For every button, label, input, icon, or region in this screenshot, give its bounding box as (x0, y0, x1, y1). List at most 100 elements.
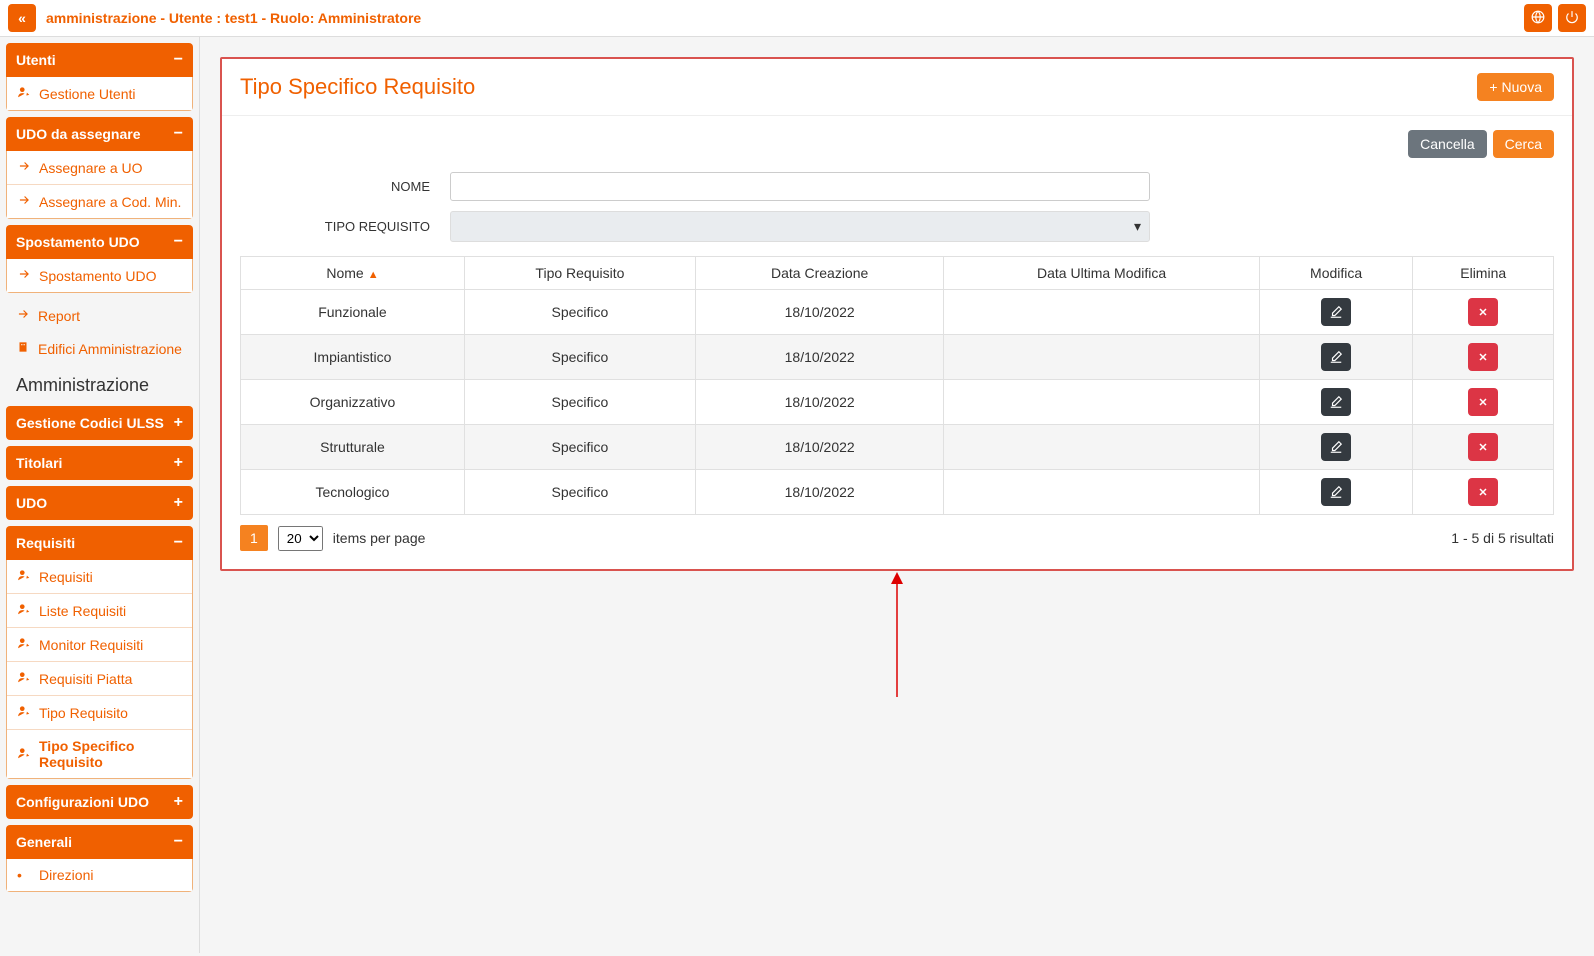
sidebar-section-label: Amministrazione (6, 365, 193, 406)
toggle-icon: + (174, 454, 183, 472)
edit-button[interactable] (1321, 433, 1351, 461)
sidebar-item[interactable]: Tipo Specifico Requisito (7, 729, 192, 778)
page-number[interactable]: 1 (240, 525, 268, 551)
column-header[interactable]: Modifica (1259, 257, 1413, 290)
cell-tipo: Specifico (464, 290, 695, 335)
toggle-icon: − (174, 233, 183, 251)
sidebar-item[interactable]: •Direzioni (7, 859, 192, 891)
sidebar-item[interactable]: Requisiti (7, 560, 192, 593)
chevron-left-icon: « (18, 10, 26, 26)
sidebar-group-header[interactable]: Utenti− (6, 43, 193, 77)
table-row: TecnologicoSpecifico18/10/2022 (241, 470, 1554, 515)
search-button[interactable]: Cerca (1493, 130, 1554, 158)
globe-button[interactable] (1524, 4, 1552, 32)
sidebar-group-header[interactable]: UDO da assegnare− (6, 117, 193, 151)
sidebar-group-header[interactable]: Titolari+ (6, 446, 193, 480)
results-table: Nome▲Tipo RequisitoData CreazioneData Ul… (240, 256, 1554, 515)
cell-tipo: Specifico (464, 335, 695, 380)
cell-tipo: Specifico (464, 470, 695, 515)
column-header[interactable]: Data Ultima Modifica (944, 257, 1259, 290)
cell-ultima-modifica (944, 470, 1259, 515)
sidebar-item-label: Requisiti Piatta (39, 671, 132, 687)
user-edit-icon (17, 636, 31, 653)
user-edit-icon (17, 568, 31, 585)
sidebar-item[interactable]: Monitor Requisiti (7, 627, 192, 661)
sidebar-group-header[interactable]: Gestione Codici ULSS+ (6, 406, 193, 440)
arrow-icon (17, 159, 31, 176)
tipo-requisito-label: TIPO REQUISITO (240, 219, 450, 234)
sidebar-item[interactable]: Edifici Amministrazione (6, 332, 193, 365)
cell-ultima-modifica (944, 425, 1259, 470)
toggle-icon: − (174, 534, 183, 552)
building-icon (16, 340, 30, 357)
cell-ultima-modifica (944, 380, 1259, 425)
sidebar-item[interactable]: Liste Requisiti (7, 593, 192, 627)
sidebar-group-header[interactable]: Requisiti− (6, 526, 193, 560)
toggle-icon: + (174, 494, 183, 512)
sidebar-group-header[interactable]: Spostamento UDO− (6, 225, 193, 259)
sidebar-item-label: Spostamento UDO (39, 268, 157, 284)
user-edit-icon (17, 85, 31, 102)
new-button[interactable]: + Nuova (1477, 73, 1554, 101)
sidebar-item-label: Monitor Requisiti (39, 637, 143, 653)
arrow-icon (17, 193, 31, 210)
column-header[interactable]: Nome▲ (241, 257, 465, 290)
pager: 1 20 items per page 1 - 5 di 5 risultati (240, 515, 1554, 555)
card-title: Tipo Specifico Requisito (240, 74, 475, 100)
per-page-select[interactable]: 20 (278, 526, 323, 551)
sidebar-item[interactable]: Tipo Requisito (7, 695, 192, 729)
sidebar-item[interactable]: Report (6, 299, 193, 332)
edit-button[interactable] (1321, 343, 1351, 371)
user-edit-icon (17, 602, 31, 619)
per-page-label: items per page (333, 530, 426, 546)
table-row: StrutturaleSpecifico18/10/2022 (241, 425, 1554, 470)
logout-button[interactable] (1558, 4, 1586, 32)
column-header[interactable]: Tipo Requisito (464, 257, 695, 290)
cancel-button[interactable]: Cancella (1408, 130, 1486, 158)
sidebar-item[interactable]: Assegnare a Cod. Min. (7, 184, 192, 218)
sidebar-item[interactable]: Gestione Utenti (7, 77, 192, 110)
column-header[interactable]: Data Creazione (695, 257, 943, 290)
collapse-sidebar-button[interactable]: « (8, 4, 36, 32)
sidebar-group-header[interactable]: UDO+ (6, 486, 193, 520)
annotation-arrow-icon (887, 572, 907, 702)
results-summary: 1 - 5 di 5 risultati (1451, 530, 1554, 546)
delete-button[interactable] (1468, 433, 1498, 461)
user-edit-icon (17, 746, 31, 763)
cell-ultima-modifica (944, 335, 1259, 380)
edit-button[interactable] (1321, 388, 1351, 416)
cell-creazione: 18/10/2022 (695, 290, 943, 335)
sidebar-item-label: Tipo Specifico Requisito (39, 738, 182, 770)
sidebar-item-label: Liste Requisiti (39, 603, 126, 619)
sidebar-group-header[interactable]: Generali− (6, 825, 193, 859)
cell-nome: Organizzativo (241, 380, 465, 425)
table-row: FunzionaleSpecifico18/10/2022 (241, 290, 1554, 335)
nome-label: NOME (240, 179, 450, 194)
sort-asc-icon: ▲ (368, 269, 379, 281)
sidebar-item[interactable]: Requisiti Piatta (7, 661, 192, 695)
sidebar-item[interactable]: Spostamento UDO (7, 259, 192, 292)
nome-input[interactable] (450, 172, 1150, 201)
delete-button[interactable] (1468, 388, 1498, 416)
main-content: Tipo Specifico Requisito + Nuova Cancell… (200, 37, 1594, 953)
delete-button[interactable] (1468, 298, 1498, 326)
tipo-requisito-select[interactable]: ▾ (450, 211, 1150, 242)
globe-icon (1531, 10, 1545, 27)
form-actions: Cancella Cerca (240, 130, 1554, 158)
sidebar-item-label: Report (38, 308, 80, 324)
cell-creazione: 18/10/2022 (695, 335, 943, 380)
sidebar-group-header[interactable]: Configurazioni UDO+ (6, 785, 193, 819)
delete-button[interactable] (1468, 343, 1498, 371)
sidebar-item[interactable]: Assegnare a UO (7, 151, 192, 184)
delete-button[interactable] (1468, 478, 1498, 506)
sidebar-item-label: Tipo Requisito (39, 705, 128, 721)
cell-ultima-modifica (944, 290, 1259, 335)
edit-button[interactable] (1321, 298, 1351, 326)
edit-button[interactable] (1321, 478, 1351, 506)
new-button-label: Nuova (1502, 79, 1542, 95)
power-icon (1565, 10, 1579, 27)
table-row: ImpiantisticoSpecifico18/10/2022 (241, 335, 1554, 380)
sidebar-item-label: Edifici Amministrazione (38, 341, 182, 357)
cell-nome: Strutturale (241, 425, 465, 470)
column-header[interactable]: Elimina (1413, 257, 1554, 290)
